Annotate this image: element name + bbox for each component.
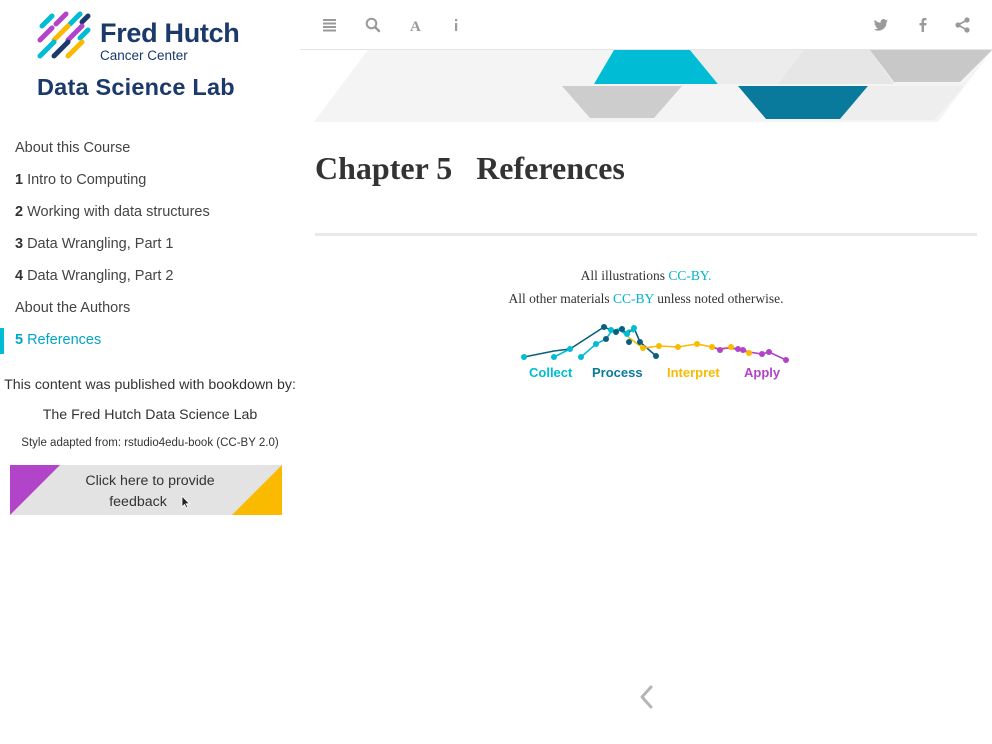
table-of-contents: About this Course 1 Intro to Computing 2W… xyxy=(0,132,300,356)
info-icon[interactable] xyxy=(446,15,466,35)
logo-lab-name: Data Science Lab xyxy=(37,74,235,100)
workflow-label-interpret: Interpret xyxy=(667,365,720,380)
toc-item-data-structures[interactable]: 2 Working with data structures xyxy=(0,196,300,228)
toc-label: Intro to Computing xyxy=(27,172,147,188)
svg-text:A: A xyxy=(410,19,421,35)
workflow-label-collect: Collect xyxy=(529,365,573,380)
workflow-line-graphic xyxy=(521,324,789,363)
heading-divider xyxy=(315,233,977,236)
chapter-number: Chapter 5 xyxy=(315,150,453,186)
toc-label: Data Wrangling, Part 1 xyxy=(27,236,174,252)
toc-number: 5 xyxy=(15,332,24,348)
twitter-icon[interactable] xyxy=(871,15,891,35)
workflow-label-apply: Apply xyxy=(744,365,781,380)
sidebar: Fred Hutch Cancer Center Data Science La… xyxy=(0,0,300,744)
toc-number: 2 xyxy=(15,204,24,220)
search-icon[interactable] xyxy=(363,15,383,35)
materials-credit: All other materials CC-BY unless noted o… xyxy=(315,291,977,307)
feedback-text-wrap: Click here to provide feedback xyxy=(70,471,230,513)
fred-hutch-logo[interactable]: Fred Hutch Cancer Center Data Science La… xyxy=(36,10,246,102)
feedback-corner-yellow xyxy=(232,465,282,515)
header-banner xyxy=(314,50,992,122)
toc-label: About the Authors xyxy=(15,300,131,316)
toc-label: Working with data structures xyxy=(27,204,210,220)
logo-subtitle: Cancer Center xyxy=(100,48,188,63)
chapter-title: References xyxy=(476,150,625,186)
cc-by-link[interactable]: CC-BY xyxy=(613,291,654,306)
facebook-icon[interactable] xyxy=(913,15,933,35)
credit-text: All other materials xyxy=(508,291,610,306)
publisher-link[interactable]: The Fred Hutch Data Science Lab xyxy=(0,407,300,423)
toc-item-about-course[interactable]: About this Course xyxy=(0,132,300,164)
cursor-icon xyxy=(181,495,191,509)
toc-label: References xyxy=(27,332,102,348)
toc-item-wrangling-2[interactable]: 4 Data Wrangling, Part 2 xyxy=(0,260,300,292)
workflow-label-process: Process xyxy=(592,365,643,380)
workflow-points xyxy=(521,324,789,363)
toc-item-intro-computing[interactable]: 1 Intro to Computing xyxy=(0,164,300,196)
feedback-label: Click here to provide feedback xyxy=(85,473,215,510)
font-settings-icon[interactable]: A xyxy=(406,15,426,35)
previous-page-icon[interactable] xyxy=(638,684,656,710)
toc-label: About this Course xyxy=(15,140,131,156)
feedback-corner-purple xyxy=(10,465,60,515)
cc-by-link[interactable]: CC-BY. xyxy=(668,268,711,283)
toc-number: 3 xyxy=(15,236,24,252)
credit-suffix: unless noted otherwise. xyxy=(657,291,784,306)
toc-item-wrangling-1[interactable]: 3 Data Wrangling, Part 1 xyxy=(0,228,300,260)
toc-number: 1 xyxy=(15,172,24,188)
feedback-button[interactable]: Click here to provide feedback xyxy=(10,465,282,515)
illustrations-credit: All illustrations CC-BY. xyxy=(315,268,977,284)
toc-item-references[interactable]: 5 References xyxy=(0,324,300,356)
logo-title: Fred Hutch xyxy=(100,18,240,48)
chapter-heading: Chapter 5 References xyxy=(315,150,625,187)
toc-icon[interactable] xyxy=(320,15,340,35)
logo-mark-icon xyxy=(37,11,91,59)
published-by-text: This content was published with bookdown… xyxy=(4,377,296,393)
share-icon[interactable] xyxy=(953,15,973,35)
style-note: Style adapted from: rstudio4edu-book (CC… xyxy=(21,437,279,449)
book-toolbar: A xyxy=(300,0,992,50)
workflow-graphic: Collect Process Interpret Apply xyxy=(516,320,796,386)
credit-text: All illustrations xyxy=(580,268,666,283)
toc-number: 4 xyxy=(15,268,24,284)
toc-label: Data Wrangling, Part 2 xyxy=(27,268,174,284)
toc-item-about-authors[interactable]: About the Authors xyxy=(0,292,300,324)
